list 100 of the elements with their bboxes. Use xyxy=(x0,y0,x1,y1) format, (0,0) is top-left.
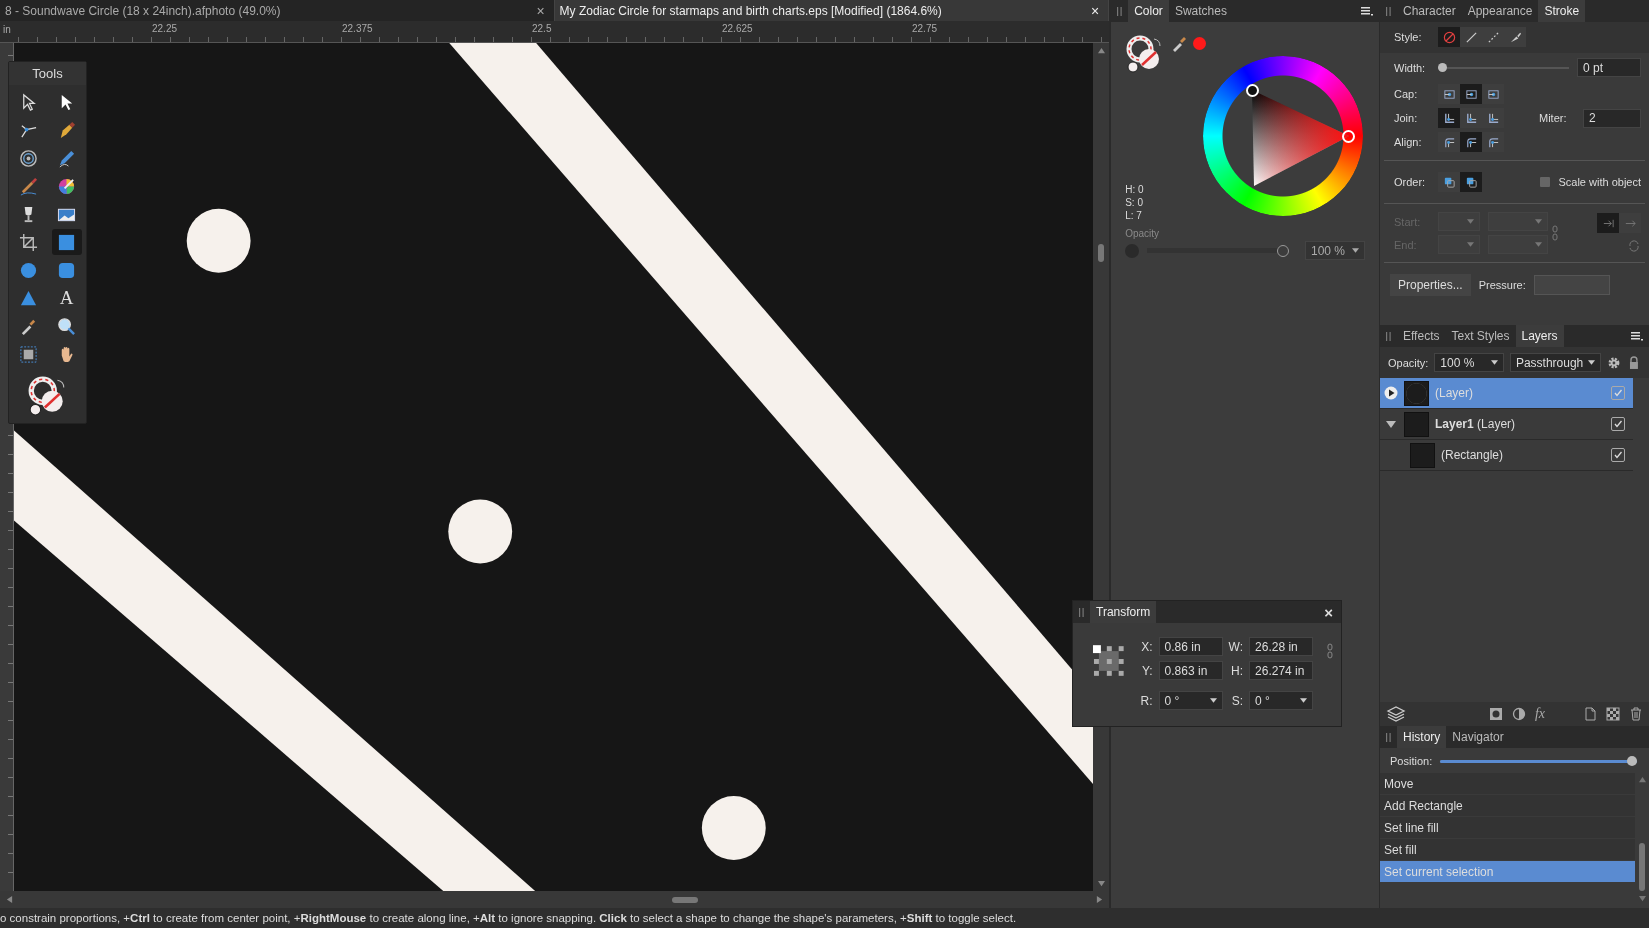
join-icon[interactable] xyxy=(1482,108,1504,128)
scrollbar-thumb[interactable] xyxy=(671,896,698,903)
scroll-left-arrow-icon[interactable] xyxy=(6,895,13,904)
eyedropper-icon[interactable] xyxy=(1171,36,1188,52)
join-icon[interactable] xyxy=(1460,108,1482,128)
link-icon[interactable] xyxy=(1327,643,1333,659)
panel-tab[interactable]: History xyxy=(1397,726,1447,748)
caret-icon xyxy=(1535,242,1542,247)
panel-menu-icon[interactable] xyxy=(1361,6,1373,16)
field-label: Y: xyxy=(1140,663,1153,678)
ruler-label: 22.375 xyxy=(342,23,373,34)
opacity-dropdown[interactable]: 100 % xyxy=(1434,353,1504,372)
cap-icon[interactable] xyxy=(1460,84,1482,104)
close-tab-button[interactable]: × xyxy=(533,2,548,19)
scrollbar-thumb[interactable] xyxy=(1639,843,1645,891)
caret-icon xyxy=(1535,219,1542,224)
input-field[interactable]: 26.274 in xyxy=(1249,661,1314,680)
panel-tab[interactable]: Stroke xyxy=(1538,0,1586,22)
align-icon[interactable] xyxy=(1482,132,1504,152)
brush-stroke-icon[interactable] xyxy=(1504,27,1526,47)
document-tab[interactable]: 8 - Soundwave Circle (18 x 24inch).afphoto (49.0%) × xyxy=(0,0,555,21)
checkbox-label: Scale with object xyxy=(1558,176,1641,188)
scroll-up-arrow-icon[interactable] xyxy=(1637,776,1647,783)
align-icon[interactable] xyxy=(1438,132,1460,152)
panel-tab[interactable]: Text Styles xyxy=(1445,325,1516,347)
checkbox[interactable] xyxy=(1540,177,1551,187)
cap-icon[interactable] xyxy=(1482,84,1504,104)
caret-icon xyxy=(1209,698,1217,703)
panel-tab[interactable]: Color xyxy=(1128,0,1169,22)
input-field[interactable]: 0 ° xyxy=(1158,691,1223,710)
join-icon[interactable] xyxy=(1438,108,1460,128)
panel-tab[interactable]: Swatches xyxy=(1168,0,1233,22)
layer-thumbnail xyxy=(1410,442,1435,468)
opacity-label: Opacity xyxy=(1124,228,1160,239)
input-field[interactable]: 26.28 in xyxy=(1249,637,1314,656)
order-label: Order: xyxy=(1394,176,1427,188)
layer-row[interactable]: Layer1 (Layer) xyxy=(1380,409,1633,440)
square-icon[interactable] xyxy=(51,229,82,255)
trash-icon[interactable] xyxy=(1629,707,1643,721)
hsl-value: L: 7 xyxy=(1125,209,1143,222)
panel-tab[interactable]: Appearance xyxy=(1461,0,1539,22)
blend-mode-dropdown[interactable]: Passthrough xyxy=(1509,353,1602,372)
checkerboard-icon[interactable] xyxy=(1606,707,1620,721)
scroll-down-arrow-icon[interactable] xyxy=(1637,895,1647,902)
scroll-down-arrow-icon[interactable] xyxy=(1096,880,1106,887)
history-item[interactable]: Add Rectangle xyxy=(1380,795,1635,817)
layer-thumbnail xyxy=(1404,380,1429,406)
visibility-checkbox[interactable] xyxy=(1611,448,1625,462)
mask-icon[interactable] xyxy=(1488,707,1503,721)
visibility-checkbox[interactable] xyxy=(1611,417,1625,431)
close-tab-button[interactable]: × xyxy=(1088,2,1103,19)
panel-tab[interactable]: Character xyxy=(1397,0,1462,22)
field-label: W: xyxy=(1228,639,1244,654)
new-page-icon[interactable] xyxy=(1583,707,1597,721)
scroll-right-arrow-icon[interactable] xyxy=(1096,895,1104,904)
miter-field[interactable]: 2 xyxy=(1583,108,1641,128)
current-color-swatch[interactable] xyxy=(1193,37,1207,50)
history-item[interactable]: Set fill xyxy=(1380,839,1635,861)
style-label: Style: xyxy=(1394,31,1423,43)
slider-thumb[interactable] xyxy=(1277,244,1289,257)
effects-button[interactable]: fx xyxy=(1534,706,1545,722)
settings-icon[interactable] xyxy=(1607,355,1622,370)
layer-name: Layer1 (Layer) xyxy=(1435,417,1516,431)
panel-tab[interactable]: Navigator xyxy=(1446,726,1510,748)
visibility-checkbox[interactable] xyxy=(1611,386,1625,400)
no-stroke-icon[interactable] xyxy=(1438,27,1460,47)
layers-icon[interactable] xyxy=(1386,706,1406,722)
align-icon[interactable] xyxy=(1460,132,1482,152)
scrollbar-thumb[interactable] xyxy=(1098,244,1105,262)
history-item[interactable]: Set line fill xyxy=(1380,817,1635,839)
anchor-point-icon[interactable] xyxy=(1091,643,1127,679)
panel-menu-icon[interactable] xyxy=(1631,331,1643,341)
caret-icon xyxy=(1467,242,1474,247)
text-tool-icon[interactable]: A xyxy=(51,285,82,311)
opacity-field[interactable]: 100 % xyxy=(1305,241,1365,260)
input-field[interactable]: 0.863 in xyxy=(1158,661,1223,680)
input-field[interactable]: 0.86 in xyxy=(1158,637,1223,656)
ruler-label: 22.5 xyxy=(532,23,552,34)
panel-tab[interactable]: Layers xyxy=(1515,325,1564,347)
layer-thumbnail xyxy=(1404,411,1429,437)
layer-row[interactable]: (Rectangle) xyxy=(1380,440,1633,471)
order-icon[interactable] xyxy=(1438,172,1460,192)
order-icon[interactable] xyxy=(1460,172,1482,192)
properties-button[interactable]: Properties... xyxy=(1390,274,1471,296)
input-field[interactable]: 0 ° xyxy=(1249,691,1314,710)
hue-handle[interactable] xyxy=(1342,130,1356,143)
layer-name: (Rectangle) xyxy=(1441,448,1504,462)
slider-thumb[interactable] xyxy=(1627,756,1637,766)
document-tab[interactable]: My Zodiac Circle for starmaps and birth charts.eps [Modified] (1864.6%) × xyxy=(554,0,1110,21)
history-item[interactable]: Move xyxy=(1380,773,1635,795)
panel-tab[interactable]: Effects xyxy=(1397,325,1446,347)
slider-thumb[interactable] xyxy=(1438,63,1447,72)
ruler-label: 22.625 xyxy=(722,23,753,34)
align-label: Align: xyxy=(1394,136,1423,148)
close-button[interactable]: × xyxy=(1316,601,1341,623)
width-field[interactable]: 0 pt xyxy=(1577,58,1641,77)
lock-icon[interactable] xyxy=(1627,355,1641,370)
scroll-up-arrow-icon[interactable] xyxy=(1096,47,1106,54)
adjustment-icon[interactable] xyxy=(1511,707,1526,721)
status-text: o constrain proportions, +Ctrl to create from center point, +RightMouse to create along line, +Alt to ignore snapping. Click to select a shape to change the shape's parameters, +Shift to toggle select. xyxy=(0,912,1017,924)
